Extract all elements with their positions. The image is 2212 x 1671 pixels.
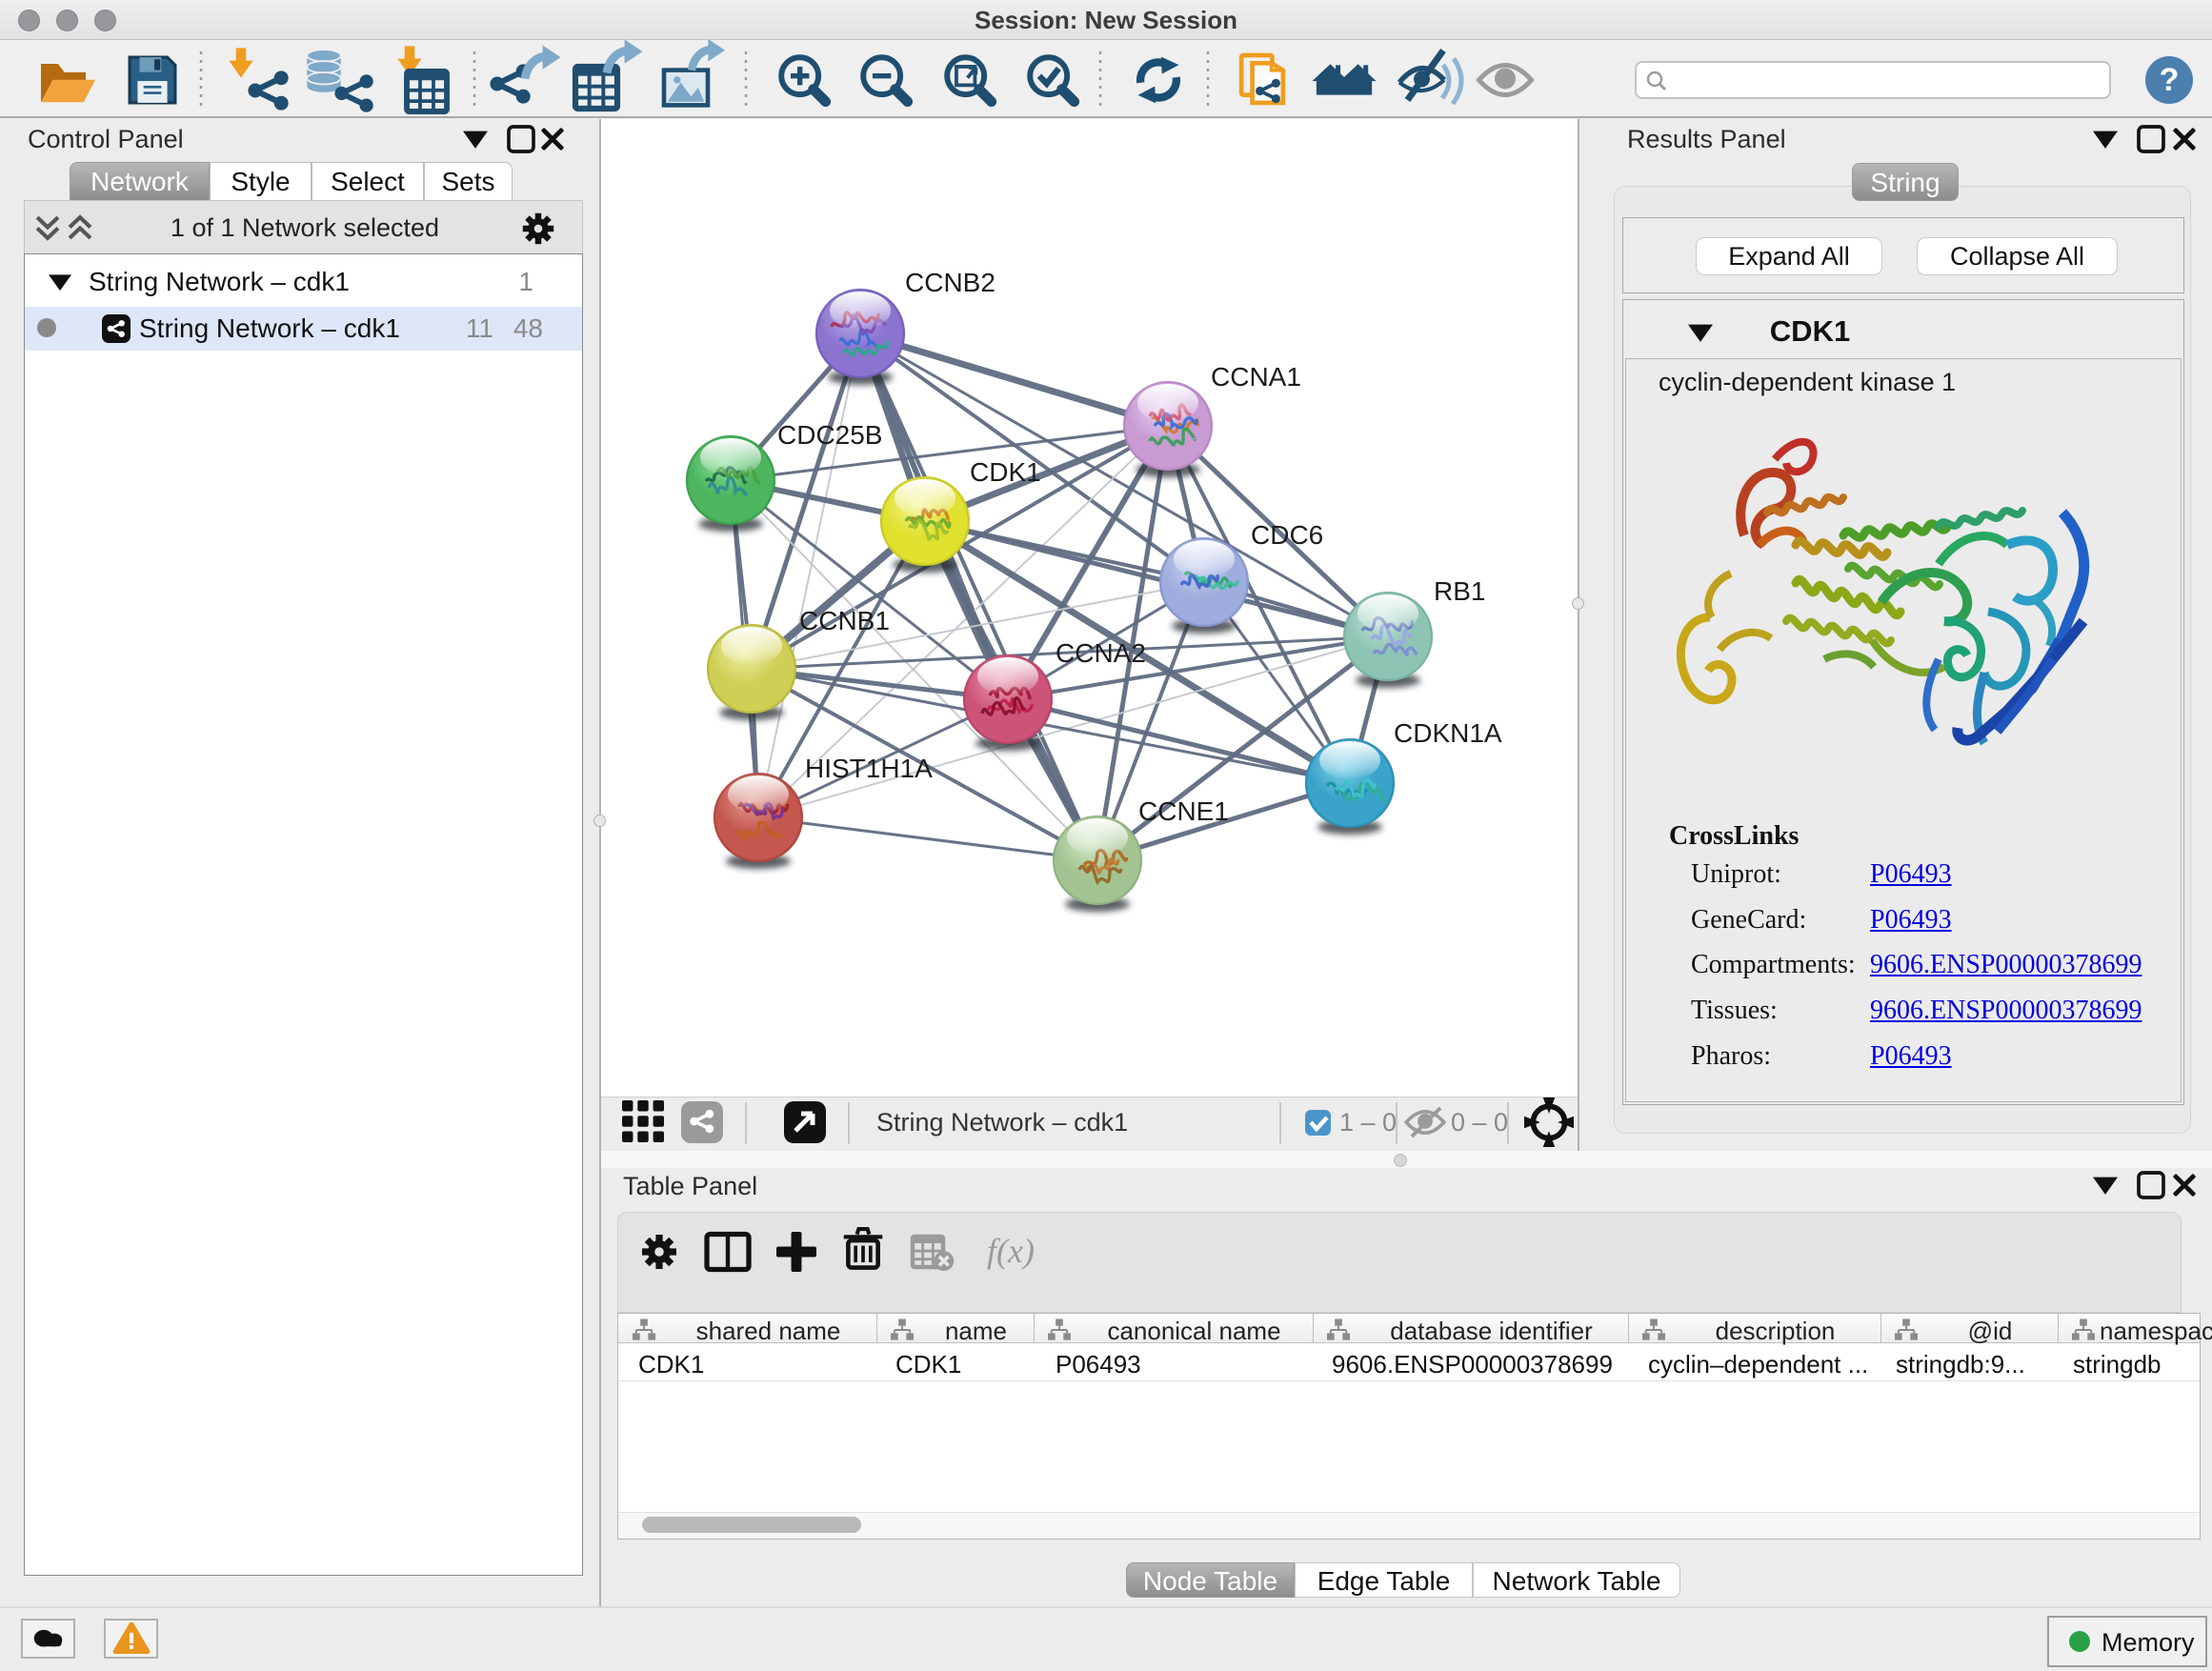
svg-text:CCNB2: CCNB2 [905, 268, 995, 297]
svg-text:CDK1: CDK1 [970, 457, 1041, 487]
svg-text:CDKN1A: CDKN1A [1394, 718, 1502, 748]
svg-text:CDC6: CDC6 [1251, 520, 1323, 550]
svg-text:RB1: RB1 [1434, 576, 1485, 606]
svg-text:HIST1H1A: HIST1H1A [805, 754, 933, 783]
svg-text:CDC25B: CDC25B [777, 420, 882, 450]
svg-text:CCNA1: CCNA1 [1211, 362, 1301, 392]
svg-text:CCNE1: CCNE1 [1138, 796, 1229, 826]
svg-text:CCNA2: CCNA2 [1056, 638, 1146, 668]
svg-text:CCNB1: CCNB1 [799, 606, 890, 635]
